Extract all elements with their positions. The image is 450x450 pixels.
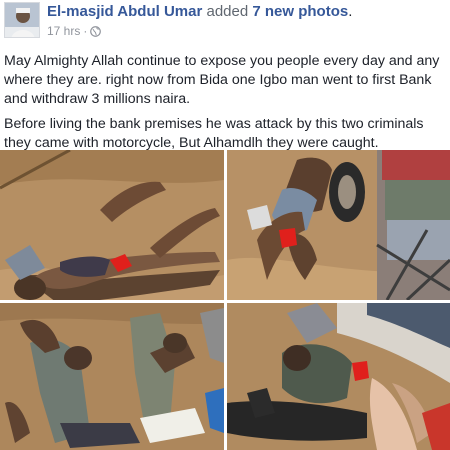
sentence-period: .: [348, 3, 353, 20]
photo-3[interactable]: [0, 303, 224, 450]
message-paragraph-2: Before living the bank premises he was a…: [4, 116, 424, 151]
photo-grid: [0, 150, 450, 450]
author-name-link[interactable]: El-masjid Abdul Umar: [47, 3, 202, 20]
post-action-text: added: [206, 3, 249, 20]
globe-icon[interactable]: [90, 25, 102, 37]
post-message: May Almighty Allah continue to expose yo…: [4, 52, 446, 159]
post-header: El-masjid Abdul Umar added 7 new photos.…: [0, 0, 450, 46]
post-timestamp[interactable]: 17 hrs: [47, 24, 80, 38]
photo-1[interactable]: [0, 150, 224, 300]
author-line: El-masjid Abdul Umar added 7 new photos.: [47, 3, 352, 20]
photo-count-link[interactable]: 7 new photos: [252, 3, 348, 20]
message-paragraph-1: May Almighty Allah continue to expose yo…: [4, 53, 440, 107]
post-meta: 17 hrs ·: [47, 24, 102, 38]
facebook-post: El-masjid Abdul Umar added 7 new photos.…: [0, 0, 450, 450]
photo-2[interactable]: [227, 150, 450, 300]
meta-separator: ·: [83, 24, 88, 38]
photo-4[interactable]: [227, 303, 450, 450]
avatar[interactable]: [4, 2, 40, 38]
